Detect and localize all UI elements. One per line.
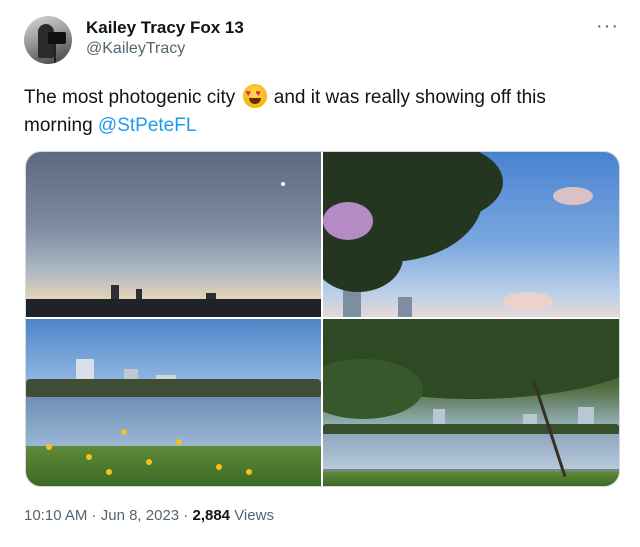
tweet-date[interactable]: Jun 8, 2023 [101, 507, 179, 524]
tweet-text: The most photogenic city ♥ ♥ and it was r… [24, 84, 614, 140]
photo-4[interactable] [323, 319, 619, 486]
photo-grid [25, 151, 620, 487]
avatar-tripod [54, 44, 56, 64]
photo-2[interactable] [323, 152, 619, 317]
tweet: Kailey Tracy Fox 13 @KaileyTracy ··· The… [0, 0, 640, 547]
photo-3[interactable] [26, 319, 321, 486]
tweet-text-part1: The most photogenic city [24, 87, 236, 108]
display-name[interactable]: Kailey Tracy Fox 13 [86, 18, 244, 38]
tweet-meta: 10:10 AM · Jun 8, 2023 · 2,884 Views [24, 507, 274, 524]
separator: · [87, 507, 101, 524]
skyline-silhouette [26, 299, 321, 317]
photo-1[interactable] [26, 152, 321, 317]
avatar-camera [48, 32, 66, 44]
views-label: Views [230, 507, 274, 524]
heart-eyes-emoji-icon: ♥ ♥ [242, 84, 267, 108]
mention-link[interactable]: @StPeteFL [98, 115, 197, 136]
avatar[interactable] [24, 16, 72, 64]
views-count: 2,884 [192, 507, 231, 524]
moon [281, 182, 285, 186]
more-options-icon[interactable]: ··· [596, 15, 619, 38]
tweet-time[interactable]: 10:10 AM [24, 507, 87, 524]
separator: · [179, 507, 193, 524]
user-handle[interactable]: @KaileyTracy [86, 40, 185, 58]
